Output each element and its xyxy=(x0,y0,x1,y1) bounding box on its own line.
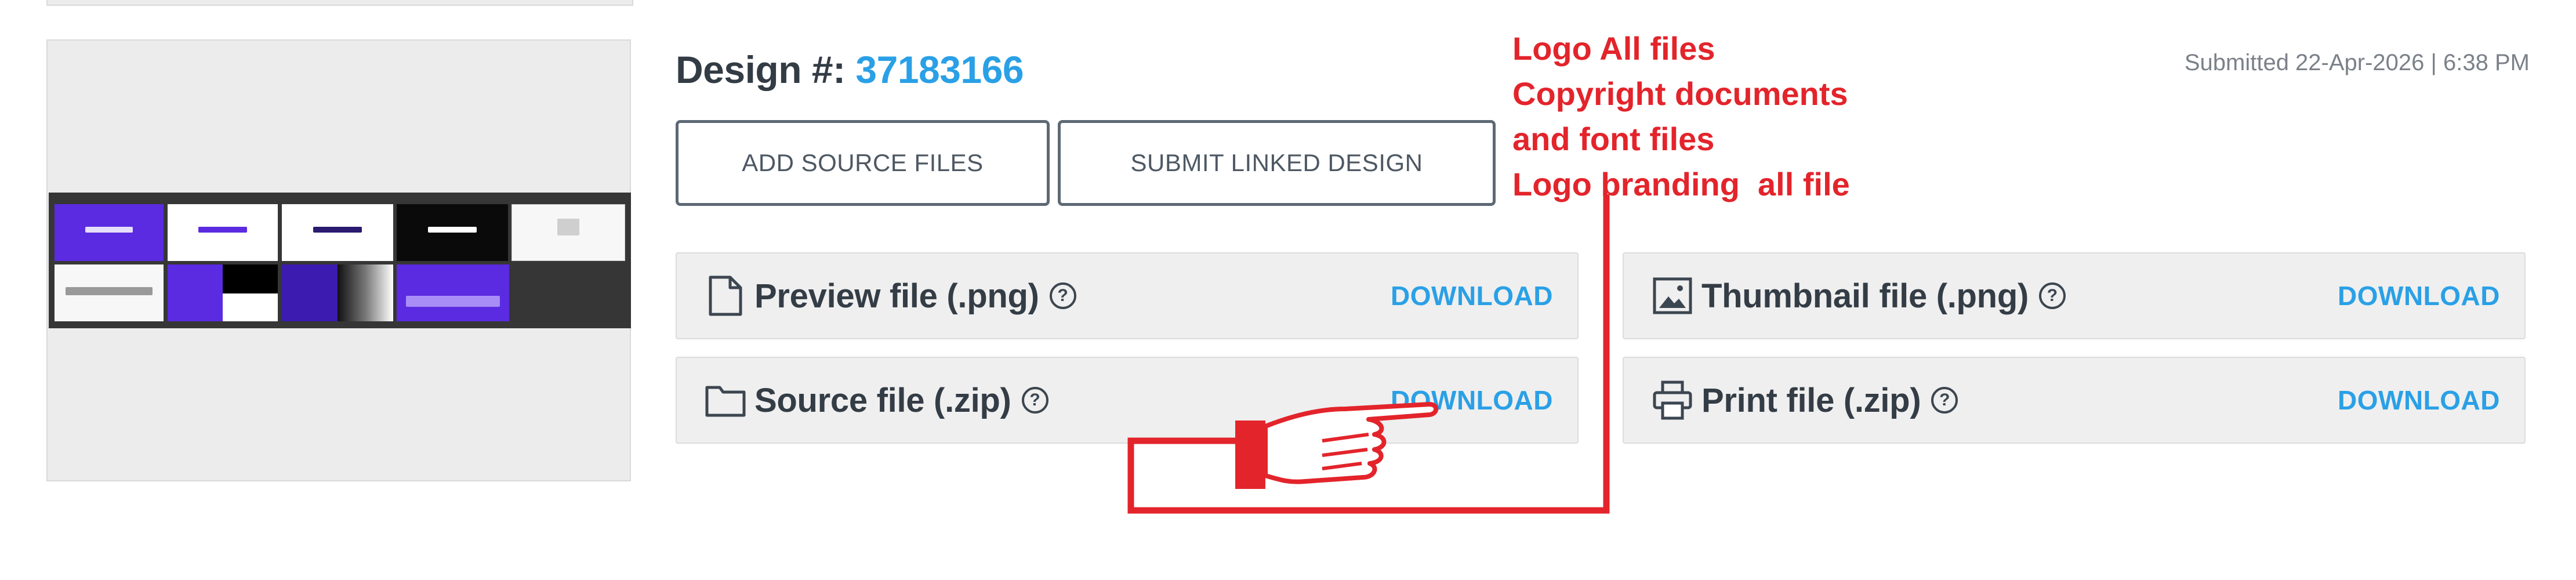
annotation-line: Logo branding all file xyxy=(1512,166,1850,202)
help-icon[interactable]: ? xyxy=(1049,282,1076,309)
source-download-link[interactable]: DOWNLOAD xyxy=(1391,385,1553,416)
previous-thumbnail-edge xyxy=(46,0,633,6)
design-thumbnail-panel[interactable] xyxy=(46,39,631,481)
design-number[interactable]: 37183166 xyxy=(855,48,1024,91)
preview-file-row: Preview file (.png) ? DOWNLOAD xyxy=(676,252,1579,339)
help-icon[interactable]: ? xyxy=(1931,387,1958,414)
design-preview-collage[interactable] xyxy=(49,193,631,328)
folder-icon xyxy=(705,379,746,421)
collage-tile xyxy=(55,204,164,261)
design-title: Design #: 37183166 xyxy=(676,48,1024,92)
submit-linked-design-button[interactable]: SUBMIT LINKED DESIGN xyxy=(1058,120,1496,206)
collage-tile xyxy=(168,264,223,321)
collage-tile xyxy=(282,264,338,321)
help-icon[interactable]: ? xyxy=(2038,282,2066,309)
annotation-line: Copyright documents xyxy=(1512,75,1848,112)
collage-tile xyxy=(282,204,393,261)
print-file-row: Print file (.zip) ? DOWNLOAD xyxy=(1623,357,2526,444)
thumbnail-download-link[interactable]: DOWNLOAD xyxy=(2338,280,2500,311)
source-file-label: Source file (.zip) xyxy=(754,381,1011,419)
design-title-prefix: Design #: xyxy=(676,48,856,91)
source-file-row: Source file (.zip) ? DOWNLOAD xyxy=(676,357,1579,444)
collage-tile xyxy=(397,264,509,321)
submitted-date: Submitted 22-Apr-2026 | 6:38 PM xyxy=(2184,50,2530,75)
preview-download-link[interactable]: DOWNLOAD xyxy=(1391,280,1553,311)
collage-tile xyxy=(397,204,508,261)
print-download-link[interactable]: DOWNLOAD xyxy=(2338,385,2500,416)
collage-tile xyxy=(223,264,278,293)
document-icon xyxy=(705,275,746,317)
thumbnail-file-label: Thumbnail file (.png) xyxy=(1701,277,2029,315)
annotation-line: and font files xyxy=(1512,121,1715,157)
print-file-label: Print file (.zip) xyxy=(1701,381,1921,419)
annotation-note: Logo All files Copyright documents and fon… xyxy=(1512,26,1850,207)
add-source-files-button[interactable]: ADD SOURCE FILES xyxy=(676,120,1050,206)
collage-tile xyxy=(511,204,625,261)
collage-tile xyxy=(338,264,393,321)
annotation-line: Logo All files xyxy=(1512,30,1715,67)
printer-icon xyxy=(1652,379,1693,421)
preview-file-label: Preview file (.png) xyxy=(754,277,1039,315)
collage-tile xyxy=(55,264,164,321)
help-icon[interactable]: ? xyxy=(1021,387,1048,414)
thumbnail-file-row: Thumbnail file (.png) ? DOWNLOAD xyxy=(1623,252,2526,339)
collage-tile xyxy=(223,293,278,321)
collage-tile xyxy=(168,204,278,261)
annotation-bracket-line xyxy=(1127,194,1610,514)
image-icon xyxy=(1652,275,1693,317)
